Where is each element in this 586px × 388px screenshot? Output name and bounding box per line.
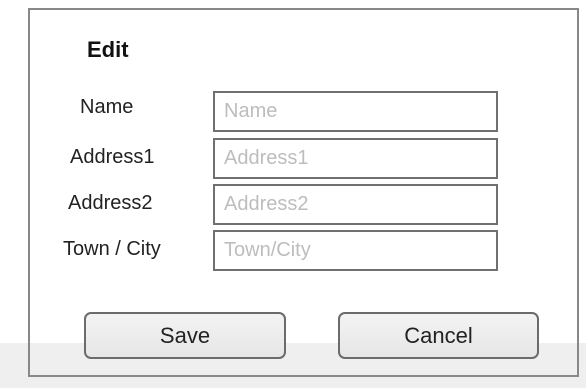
cancel-button[interactable]: Cancel: [338, 312, 539, 359]
dialog-title: Edit: [87, 37, 129, 62]
town-city-label: Town / City: [63, 238, 161, 260]
address2-input[interactable]: [213, 184, 498, 225]
address2-label: Address2: [68, 192, 153, 214]
page: Edit Name Address1 Address2 Town / City …: [0, 0, 586, 388]
name-input[interactable]: [213, 91, 498, 132]
name-label: Name: [80, 96, 134, 118]
town-city-input[interactable]: [213, 230, 498, 271]
save-button[interactable]: Save: [84, 312, 286, 359]
address1-label: Address1: [70, 146, 155, 168]
address1-input[interactable]: [213, 138, 498, 179]
